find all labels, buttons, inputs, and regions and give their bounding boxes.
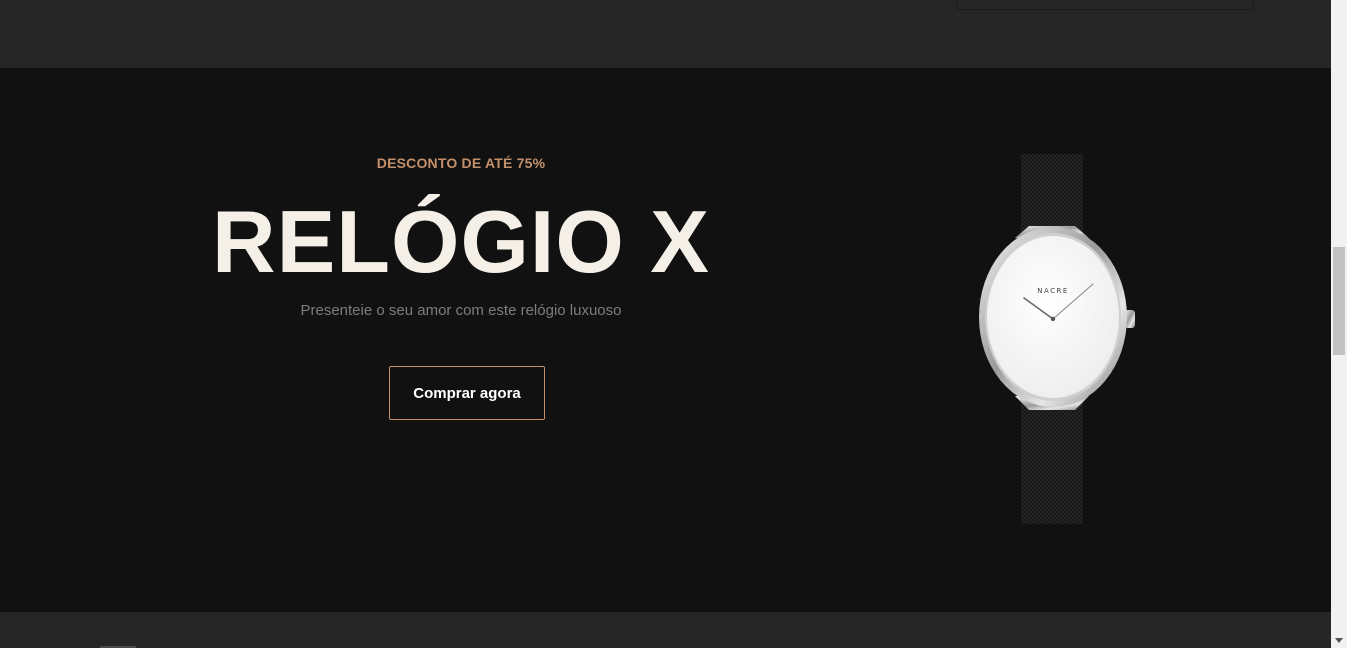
scroll-down-arrow-icon[interactable] <box>1331 634 1347 646</box>
previous-section <box>0 0 1331 68</box>
next-section <box>0 612 1331 648</box>
svg-text:NACRE: NACRE <box>1037 287 1069 295</box>
discount-label: DESCONTO DE ATÉ 75% <box>376 155 546 171</box>
previous-section-card <box>956 0 1254 10</box>
product-subtitle: Presenteie o seu amor com este relógio l… <box>300 302 622 319</box>
wristwatch-image: NACRE <box>975 152 1139 528</box>
product-title: RELÓGIO X <box>212 192 710 291</box>
buy-now-button[interactable]: Comprar agora <box>389 366 545 420</box>
vertical-scrollbar[interactable] <box>1331 0 1347 648</box>
scrollbar-thumb[interactable] <box>1333 247 1345 355</box>
